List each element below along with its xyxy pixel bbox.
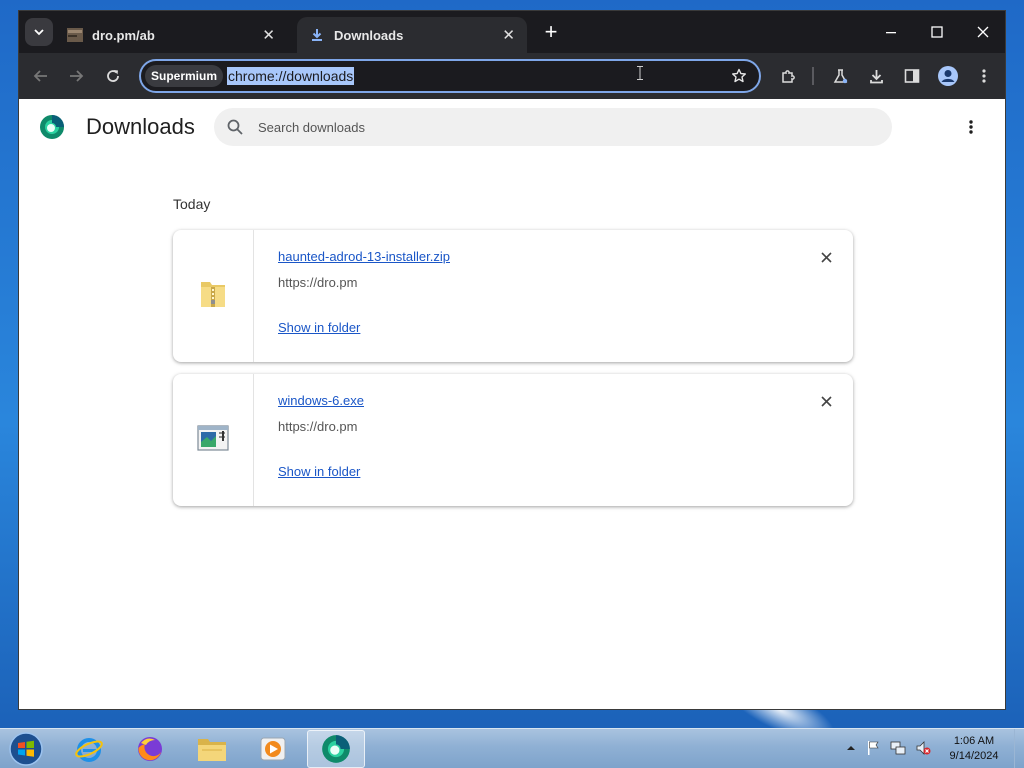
search-input[interactable] bbox=[258, 108, 858, 146]
url-text[interactable]: chrome://downloads bbox=[227, 67, 355, 85]
bookmark-star-icon[interactable] bbox=[729, 66, 749, 86]
kebab-menu-icon bbox=[969, 120, 973, 134]
side-panel-icon bbox=[904, 69, 920, 83]
close-icon bbox=[820, 251, 832, 263]
forward-button[interactable] bbox=[63, 63, 89, 89]
supermium-taskbar-button[interactable] bbox=[307, 730, 365, 768]
arrow-left-icon bbox=[33, 70, 47, 82]
side-panel-button[interactable] bbox=[899, 63, 925, 89]
chevron-down-icon bbox=[34, 29, 44, 36]
media-player-taskbar-button[interactable] bbox=[244, 730, 302, 768]
back-button[interactable] bbox=[28, 63, 54, 89]
remove-download-button[interactable] bbox=[817, 392, 835, 410]
download-item: haunted-adrod-13-installer.zip https://d… bbox=[173, 230, 853, 362]
supermium-icon bbox=[322, 735, 350, 763]
tab-strip: dro.pm/ab ✕ Downloads ✕ + bbox=[19, 11, 1005, 53]
profile-button[interactable] bbox=[935, 63, 961, 89]
file-icon-column bbox=[173, 374, 254, 506]
maximize-button[interactable] bbox=[919, 19, 955, 45]
exe-file-icon bbox=[197, 424, 229, 457]
avatar-icon bbox=[938, 66, 958, 86]
file-name-link[interactable]: windows-6.exe bbox=[278, 393, 364, 408]
close-tab-icon[interactable]: ✕ bbox=[502, 26, 515, 44]
download-favicon-icon bbox=[309, 27, 325, 43]
flask-icon bbox=[833, 68, 847, 83]
labs-button[interactable] bbox=[827, 63, 853, 89]
tab-search-button[interactable] bbox=[25, 18, 53, 46]
close-icon bbox=[820, 395, 832, 407]
download-item: windows-6.exe https://dro.pm Show in fol… bbox=[173, 374, 853, 506]
show-in-folder-link[interactable]: Show in folder bbox=[278, 464, 360, 479]
text-cursor-icon bbox=[637, 66, 643, 80]
tab-dro-pm[interactable]: dro.pm/ab ✕ bbox=[55, 17, 287, 53]
downloads-button[interactable] bbox=[863, 63, 889, 89]
search-icon bbox=[226, 118, 244, 136]
new-tab-button[interactable]: + bbox=[539, 19, 563, 44]
source-url: https://dro.pm bbox=[278, 419, 358, 434]
reload-icon bbox=[107, 70, 119, 82]
reload-button[interactable] bbox=[100, 63, 126, 89]
minimize-icon bbox=[886, 32, 896, 34]
show-in-folder-link[interactable]: Show in folder bbox=[278, 320, 360, 335]
toolbar-separator bbox=[812, 67, 814, 85]
firefox-icon bbox=[138, 737, 162, 761]
internet-explorer-icon bbox=[75, 738, 103, 762]
source-url: https://dro.pm bbox=[278, 275, 358, 290]
close-tab-icon[interactable]: ✕ bbox=[262, 26, 275, 44]
download-icon bbox=[869, 69, 883, 83]
supermium-logo-icon bbox=[39, 114, 65, 140]
start-button[interactable] bbox=[6, 730, 46, 768]
chevron-up-icon bbox=[847, 746, 855, 750]
puzzle-icon bbox=[781, 69, 795, 83]
file-icon-column bbox=[173, 230, 254, 362]
action-center-tray-icon[interactable] bbox=[864, 737, 882, 759]
file-name-link[interactable]: haunted-adrod-13-installer.zip bbox=[278, 249, 450, 264]
speaker-muted-icon bbox=[916, 741, 931, 755]
clock-date: 9/14/2024 bbox=[949, 750, 999, 762]
network-tray-icon[interactable] bbox=[889, 737, 907, 759]
folder-icon bbox=[198, 739, 226, 761]
tab-downloads[interactable]: Downloads ✕ bbox=[297, 17, 527, 53]
address-bar[interactable]: Supermium chrome://downloads bbox=[139, 59, 761, 93]
tab-title: dro.pm/ab bbox=[92, 27, 155, 43]
system-clock[interactable]: 1:06 AM 9/14/2024 bbox=[934, 734, 1014, 764]
date-section-label: Today bbox=[173, 196, 211, 212]
clock-time: 1:06 AM bbox=[953, 735, 995, 747]
zip-folder-icon bbox=[198, 278, 228, 315]
volume-tray-icon[interactable] bbox=[914, 737, 932, 759]
page-menu-button[interactable] bbox=[961, 115, 981, 139]
windows-start-orb-icon bbox=[9, 732, 43, 766]
show-desktop-button[interactable] bbox=[1014, 729, 1024, 768]
flag-icon bbox=[868, 741, 879, 755]
browser-window: dro.pm/ab ✕ Downloads ✕ + Supermium chro… bbox=[18, 10, 1006, 710]
page-title: Downloads bbox=[86, 114, 195, 139]
tab-title: Downloads bbox=[334, 27, 404, 43]
firefox-taskbar-button[interactable] bbox=[121, 730, 179, 768]
show-hidden-icons-button[interactable] bbox=[842, 737, 860, 759]
downloads-page: Downloads Today haunted-adrod-13-install… bbox=[19, 99, 1005, 709]
page-favicon-icon bbox=[67, 27, 83, 43]
search-bar[interactable] bbox=[214, 108, 892, 146]
browser-toolbar: Supermium chrome://downloads bbox=[19, 53, 1005, 99]
file-explorer-taskbar-button[interactable] bbox=[183, 730, 241, 768]
kebab-menu-icon bbox=[982, 69, 986, 83]
remove-download-button[interactable] bbox=[817, 248, 835, 266]
arrow-right-icon bbox=[70, 70, 84, 82]
taskbar: 1:06 AM 9/14/2024 bbox=[0, 728, 1024, 768]
maximize-icon bbox=[931, 26, 943, 38]
browser-menu-button[interactable] bbox=[971, 63, 997, 89]
media-player-icon bbox=[260, 737, 286, 761]
browser-name-chip[interactable]: Supermium bbox=[145, 65, 224, 87]
downloads-header: Downloads bbox=[19, 99, 1005, 155]
close-icon bbox=[977, 26, 989, 38]
network-icon bbox=[890, 741, 906, 755]
extensions-button[interactable] bbox=[775, 63, 801, 89]
minimize-button[interactable] bbox=[873, 19, 909, 45]
close-window-button[interactable] bbox=[965, 19, 1001, 45]
internet-explorer-taskbar-button[interactable] bbox=[60, 730, 118, 768]
